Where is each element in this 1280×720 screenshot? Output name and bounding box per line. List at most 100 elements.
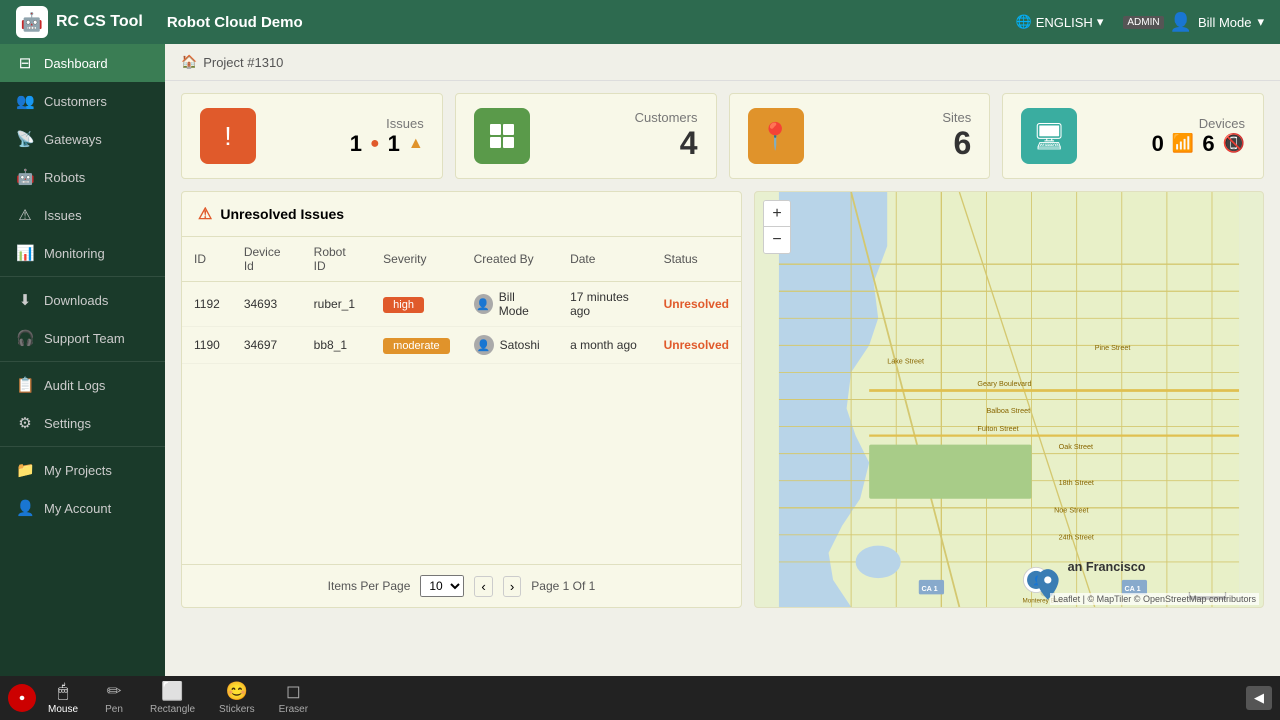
avatar-2: 👤 [474, 335, 494, 355]
creator-name-1: Bill Mode [499, 290, 546, 318]
svg-text:Lake Street: Lake Street [887, 356, 924, 365]
svg-text:an Francisco: an Francisco [1068, 560, 1146, 574]
devices-card-body: Devices 0 📶 6 📵 [1093, 116, 1245, 157]
error-badge-icon: ● [370, 135, 380, 153]
items-per-page-select[interactable]: 10 25 50 [420, 575, 464, 597]
audit-icon: 📋 [16, 376, 34, 394]
sidebar-item-customers[interactable]: 👥 Customers [0, 82, 165, 120]
svg-text:Noe Street: Noe Street [1054, 505, 1088, 514]
user-menu-button[interactable]: ADMIN 👤 Bill Mode ▾ [1123, 12, 1264, 33]
robot-icon: 🤖 [16, 6, 48, 38]
col-robot-id: Robot ID [302, 237, 371, 282]
issues-card-label: Issues [272, 116, 424, 131]
my-account-icon: 👤 [16, 499, 34, 517]
sidebar-label-gateways: Gateways [44, 132, 102, 147]
lang-label: ENGLISH [1036, 15, 1093, 30]
devices-card-label: Devices [1093, 116, 1245, 131]
sites-card-body: Sites 6 [820, 110, 972, 162]
map-container[interactable]: Geary Boulevard Fulton Street Balboa Str… [755, 192, 1263, 607]
my-projects-icon: 📁 [16, 461, 34, 479]
devices-online-count: 0 [1152, 131, 1164, 157]
svg-text:24th Street: 24th Street [1059, 532, 1094, 541]
sidebar-item-robots[interactable]: 🤖 Robots [0, 158, 165, 196]
sites-card: 📍 Sites 6 [729, 93, 991, 179]
sidebar-item-dashboard[interactable]: ⊟ Dashboard [0, 44, 165, 82]
created-by-cell-1: 👤 Bill Mode [474, 290, 546, 318]
eraser-tool[interactable]: ◻ Eraser [267, 677, 320, 719]
issues-panel-title: Unresolved Issues [220, 206, 344, 222]
translate-icon: 🌐 [1016, 14, 1032, 30]
warning-badge-icon: ▲ [408, 135, 424, 153]
row2-created-by: 👤 Satoshi [462, 327, 558, 364]
sidebar-item-my-projects[interactable]: 📁 My Projects [0, 451, 165, 489]
page-label: Page 1 Of 1 [531, 579, 595, 593]
devices-card-icon: 🖥 [1021, 108, 1077, 164]
sidebar-item-support-team[interactable]: 🎧 Support Team [0, 319, 165, 357]
svg-text:Oak Street: Oak Street [1059, 442, 1093, 451]
svg-text:CA 1: CA 1 [921, 584, 937, 593]
rectangle-tool[interactable]: ⬜ Rectangle [138, 677, 207, 719]
created-by-cell-2: 👤 Satoshi [474, 335, 546, 355]
issues-count-error: 1 [350, 131, 362, 157]
row1-device-id: 34693 [232, 282, 302, 327]
mouse-tool[interactable]: 🖱 Mouse [36, 677, 90, 719]
sidebar-item-gateways[interactable]: 📡 Gateways [0, 120, 165, 158]
pagination: Items Per Page 10 25 50 ‹ › Page 1 Of 1 [182, 564, 741, 607]
row1-robot-id: ruber_1 [302, 282, 371, 327]
customers-card-label: Customers [546, 110, 698, 125]
zoom-out-button[interactable]: − [764, 227, 790, 253]
issues-icon: ⚠ [16, 206, 34, 224]
next-page-button[interactable]: › [503, 576, 521, 597]
svg-text:Pine Street: Pine Street [1095, 343, 1131, 352]
sites-card-label: Sites [820, 110, 972, 125]
sidebar-divider-1 [0, 276, 165, 277]
sidebar-label-settings: Settings [44, 416, 91, 431]
settings-icon: ⚙ [16, 414, 34, 432]
sidebar-label-customers: Customers [44, 94, 107, 109]
table-row[interactable]: 1192 34693 ruber_1 high 👤 Bill Mode 17 m… [182, 282, 741, 327]
pen-tool[interactable]: ✏ Pen [90, 677, 138, 719]
col-date: Date [558, 237, 652, 282]
rectangle-label: Rectangle [150, 704, 195, 715]
issues-card: ! Issues 1 ● 1 ▲ [181, 93, 443, 179]
zoom-in-button[interactable]: + [764, 201, 790, 227]
language-selector[interactable]: 🌐 ENGLISH ▾ [1016, 14, 1104, 30]
map-svg: Geary Boulevard Fulton Street Balboa Str… [755, 192, 1263, 607]
sidebar-item-my-account[interactable]: 👤 My Account [0, 489, 165, 527]
issues-table-body: 1192 34693 ruber_1 high 👤 Bill Mode 17 m… [182, 282, 741, 364]
customers-card-value: 4 [546, 125, 698, 162]
toolbar-collapse-button[interactable]: ◀ [1246, 686, 1272, 710]
sidebar-item-issues[interactable]: ⚠ Issues [0, 196, 165, 234]
table-row[interactable]: 1190 34697 bb8_1 moderate 👤 Satoshi a mo… [182, 327, 741, 364]
status-badge-2: Unresolved [664, 338, 729, 352]
app-title: RC CS Tool [56, 13, 143, 31]
col-created-by: Created By [462, 237, 558, 282]
sidebar-item-settings[interactable]: ⚙ Settings [0, 404, 165, 442]
map-panel: Geary Boulevard Fulton Street Balboa Str… [754, 191, 1264, 608]
prev-page-button[interactable]: ‹ [474, 576, 492, 597]
svg-text:Balboa Street: Balboa Street [986, 406, 1030, 415]
row1-date: 17 minutes ago [558, 282, 652, 327]
sidebar-divider-3 [0, 446, 165, 447]
sidebar-label-robots: Robots [44, 170, 85, 185]
user-avatar-icon: 👤 [1170, 12, 1192, 33]
col-device-id: Device Id [232, 237, 302, 282]
issues-table-header-row: ID Device Id Robot ID Severity Created B… [182, 237, 741, 282]
customers-card-body: Customers 4 [546, 110, 698, 162]
sidebar-item-monitoring[interactable]: 📊 Monitoring [0, 234, 165, 272]
rectangle-icon: ⬜ [161, 681, 183, 702]
mouse-label: Mouse [48, 704, 78, 715]
record-button[interactable]: ⏺ [8, 684, 36, 712]
svg-text:Geary Boulevard: Geary Boulevard [977, 379, 1031, 388]
stickers-tool[interactable]: 😊 Stickers [207, 677, 267, 719]
map-zoom-controls: + − [763, 200, 791, 254]
monitoring-icon: 📊 [16, 244, 34, 262]
admin-badge: ADMIN [1123, 16, 1163, 29]
sidebar-label-monitoring: Monitoring [44, 246, 105, 261]
sidebar-item-audit-logs[interactable]: 📋 Audit Logs [0, 366, 165, 404]
status-badge-1: Unresolved [664, 297, 729, 311]
row2-robot-id: bb8_1 [302, 327, 371, 364]
row2-device-id: 34697 [232, 327, 302, 364]
sidebar-item-downloads[interactable]: ⬇ Downloads [0, 281, 165, 319]
row2-date: a month ago [558, 327, 652, 364]
